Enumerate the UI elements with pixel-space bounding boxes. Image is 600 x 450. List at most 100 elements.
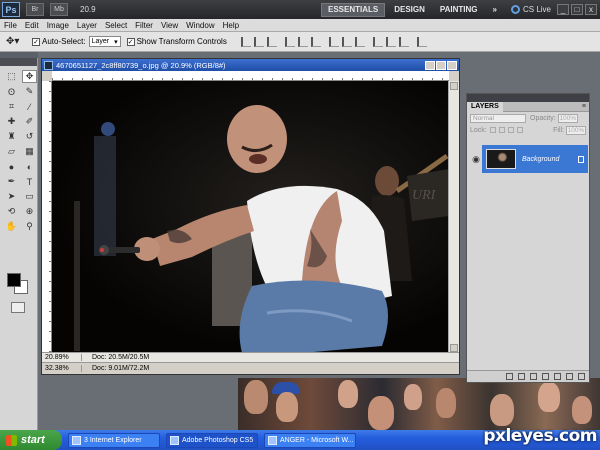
menu-image[interactable]: Image (43, 21, 73, 30)
move-tool-icon[interactable]: ✥ (22, 70, 37, 83)
align-hcenter-icon[interactable] (297, 36, 308, 47)
blend-mode-select[interactable]: Normal (470, 113, 526, 123)
align-left-icon[interactable] (284, 36, 295, 47)
3d-rotate-tool-icon[interactable]: ⟲ (4, 205, 19, 218)
taskbar-photoshop[interactable]: Adobe Photoshop CS5 (166, 432, 258, 448)
blur-tool-icon[interactable]: ● (4, 160, 19, 173)
scroll-down-button[interactable] (450, 344, 458, 352)
vertical-scrollbar[interactable] (448, 81, 459, 353)
taskbar-internet-explorer[interactable]: 3 Internet Explorer (68, 432, 160, 448)
auto-select-checkbox[interactable]: ✓ (32, 37, 40, 46)
lasso-tool-icon[interactable]: ʘ (4, 85, 19, 98)
new-group-icon[interactable] (554, 373, 561, 380)
close-button[interactable]: x (585, 4, 597, 15)
start-button[interactable]: start (0, 430, 62, 450)
lock-all-icon[interactable] (516, 127, 523, 133)
zoom-tool-icon[interactable]: ⚲ (22, 220, 37, 233)
clone-stamp-tool-icon[interactable]: ♜ (4, 130, 19, 143)
scroll-up-button[interactable] (450, 82, 458, 90)
layer-mask-icon[interactable] (530, 373, 537, 380)
cs-live-button[interactable]: CS Live (510, 5, 551, 14)
distribute-left-icon[interactable] (372, 36, 383, 47)
document-title-bar[interactable]: 4670651127_2c8ff80739_o.jpg @ 20.9% (RGB… (42, 59, 459, 71)
horizontal-ruler[interactable] (52, 71, 449, 81)
menu-view[interactable]: View (157, 21, 182, 30)
document-close-button[interactable] (447, 60, 457, 70)
minimize-button[interactable]: _ (557, 4, 569, 15)
distribute-vcenter-icon[interactable] (341, 36, 352, 47)
start-label: start (21, 434, 45, 446)
crop-tool-icon[interactable]: ⌗ (4, 100, 19, 113)
fill-field[interactable]: 100% (566, 125, 586, 135)
dodge-tool-icon[interactable]: ◐ (22, 160, 37, 173)
taskbar-word[interactable]: ANGER - Microsoft W... (264, 432, 356, 448)
show-transform-option[interactable]: ✓ Show Transform Controls (126, 37, 227, 46)
document-icon (44, 60, 53, 70)
menu-edit[interactable]: Edit (21, 21, 43, 30)
eyedropper-tool-icon[interactable]: ⁄ (22, 100, 37, 113)
auto-select-dropdown[interactable]: Layer ▾ (88, 36, 121, 47)
layers-tab[interactable]: LAYERS (467, 101, 503, 112)
menu-file[interactable]: File (0, 21, 21, 30)
maximize-button[interactable]: □ (571, 4, 583, 15)
foreground-color-swatch[interactable] (7, 273, 21, 287)
document-maximize-button[interactable] (436, 60, 446, 70)
link-layers-icon[interactable] (506, 373, 513, 380)
layer-row-background[interactable]: ◉ Background (470, 145, 588, 173)
path-selection-tool-icon[interactable]: ➤ (4, 190, 19, 203)
eye-icon[interactable]: ◉ (470, 145, 482, 173)
eraser-tool-icon[interactable]: ▱ (4, 145, 19, 158)
panel-menu-icon[interactable]: ≡ (582, 103, 586, 110)
layer-style-icon[interactable] (518, 373, 525, 380)
new-layer-icon[interactable] (566, 373, 573, 380)
distribute-right-icon[interactable] (398, 36, 409, 47)
workspace-painting[interactable]: PAINTING (434, 3, 484, 17)
zoom-level[interactable]: 20.9 (80, 5, 96, 14)
secondary-status-zoom[interactable]: 32.38% (42, 365, 82, 372)
document-canvas[interactable]: URI (52, 81, 449, 353)
show-transform-checkbox[interactable]: ✓ (126, 37, 135, 46)
distribute-hcenter-icon[interactable] (385, 36, 396, 47)
type-tool-icon[interactable]: T (22, 175, 37, 188)
distribute-bottom-icon[interactable] (354, 36, 365, 47)
healing-brush-tool-icon[interactable]: ✚ (4, 115, 19, 128)
3d-orbit-tool-icon[interactable]: ⊕ (22, 205, 37, 218)
more-workspaces-button[interactable]: » (487, 3, 503, 17)
menu-select[interactable]: Select (101, 21, 131, 30)
lock-position-icon[interactable] (507, 127, 514, 133)
document-minimize-button[interactable] (425, 60, 435, 70)
menu-window[interactable]: Window (182, 21, 218, 30)
menu-filter[interactable]: Filter (131, 21, 157, 30)
workspace-essentials[interactable]: ESSENTIALS (320, 2, 386, 17)
align-right-icon[interactable] (310, 36, 321, 47)
move-tool-preset-icon[interactable]: ✥▾ (6, 36, 32, 47)
lock-transparency-icon[interactable] (489, 127, 496, 133)
menu-help[interactable]: Help (219, 21, 243, 30)
vertical-ruler[interactable] (42, 81, 52, 353)
gradient-tool-icon[interactable]: ▦ (22, 145, 37, 158)
brush-tool-icon[interactable]: ✐ (22, 115, 37, 128)
quick-select-tool-icon[interactable]: ✎ (22, 85, 37, 98)
hand-tool-icon[interactable]: ✋ (4, 220, 19, 233)
align-vcenter-icon[interactable] (253, 36, 264, 47)
quick-mask-icon[interactable] (11, 302, 25, 313)
history-brush-tool-icon[interactable]: ↺ (22, 130, 37, 143)
lock-image-icon[interactable] (498, 127, 505, 133)
marquee-tool-icon[interactable]: ⬚ (4, 70, 19, 83)
menu-layer[interactable]: Layer (73, 21, 101, 30)
align-bottom-icon[interactable] (266, 36, 277, 47)
status-zoom[interactable]: 20.89% (42, 354, 82, 361)
workspace-design[interactable]: DESIGN (388, 3, 431, 17)
delete-layer-icon[interactable] (578, 373, 585, 380)
auto-align-icon[interactable] (416, 36, 427, 47)
opacity-field[interactable]: 100% (557, 113, 578, 123)
mini-bridge-button[interactable]: Mb (50, 3, 68, 16)
adjustment-layer-icon[interactable] (542, 373, 549, 380)
tools-panel-header[interactable] (0, 58, 37, 66)
bridge-button[interactable]: Br (26, 3, 44, 16)
align-top-icon[interactable] (240, 36, 251, 47)
pen-tool-icon[interactable]: ✒ (4, 175, 19, 188)
distribute-top-icon[interactable] (328, 36, 339, 47)
shape-tool-icon[interactable]: ▭ (22, 190, 37, 203)
auto-select-option[interactable]: ✓ Auto-Select: (32, 37, 86, 46)
